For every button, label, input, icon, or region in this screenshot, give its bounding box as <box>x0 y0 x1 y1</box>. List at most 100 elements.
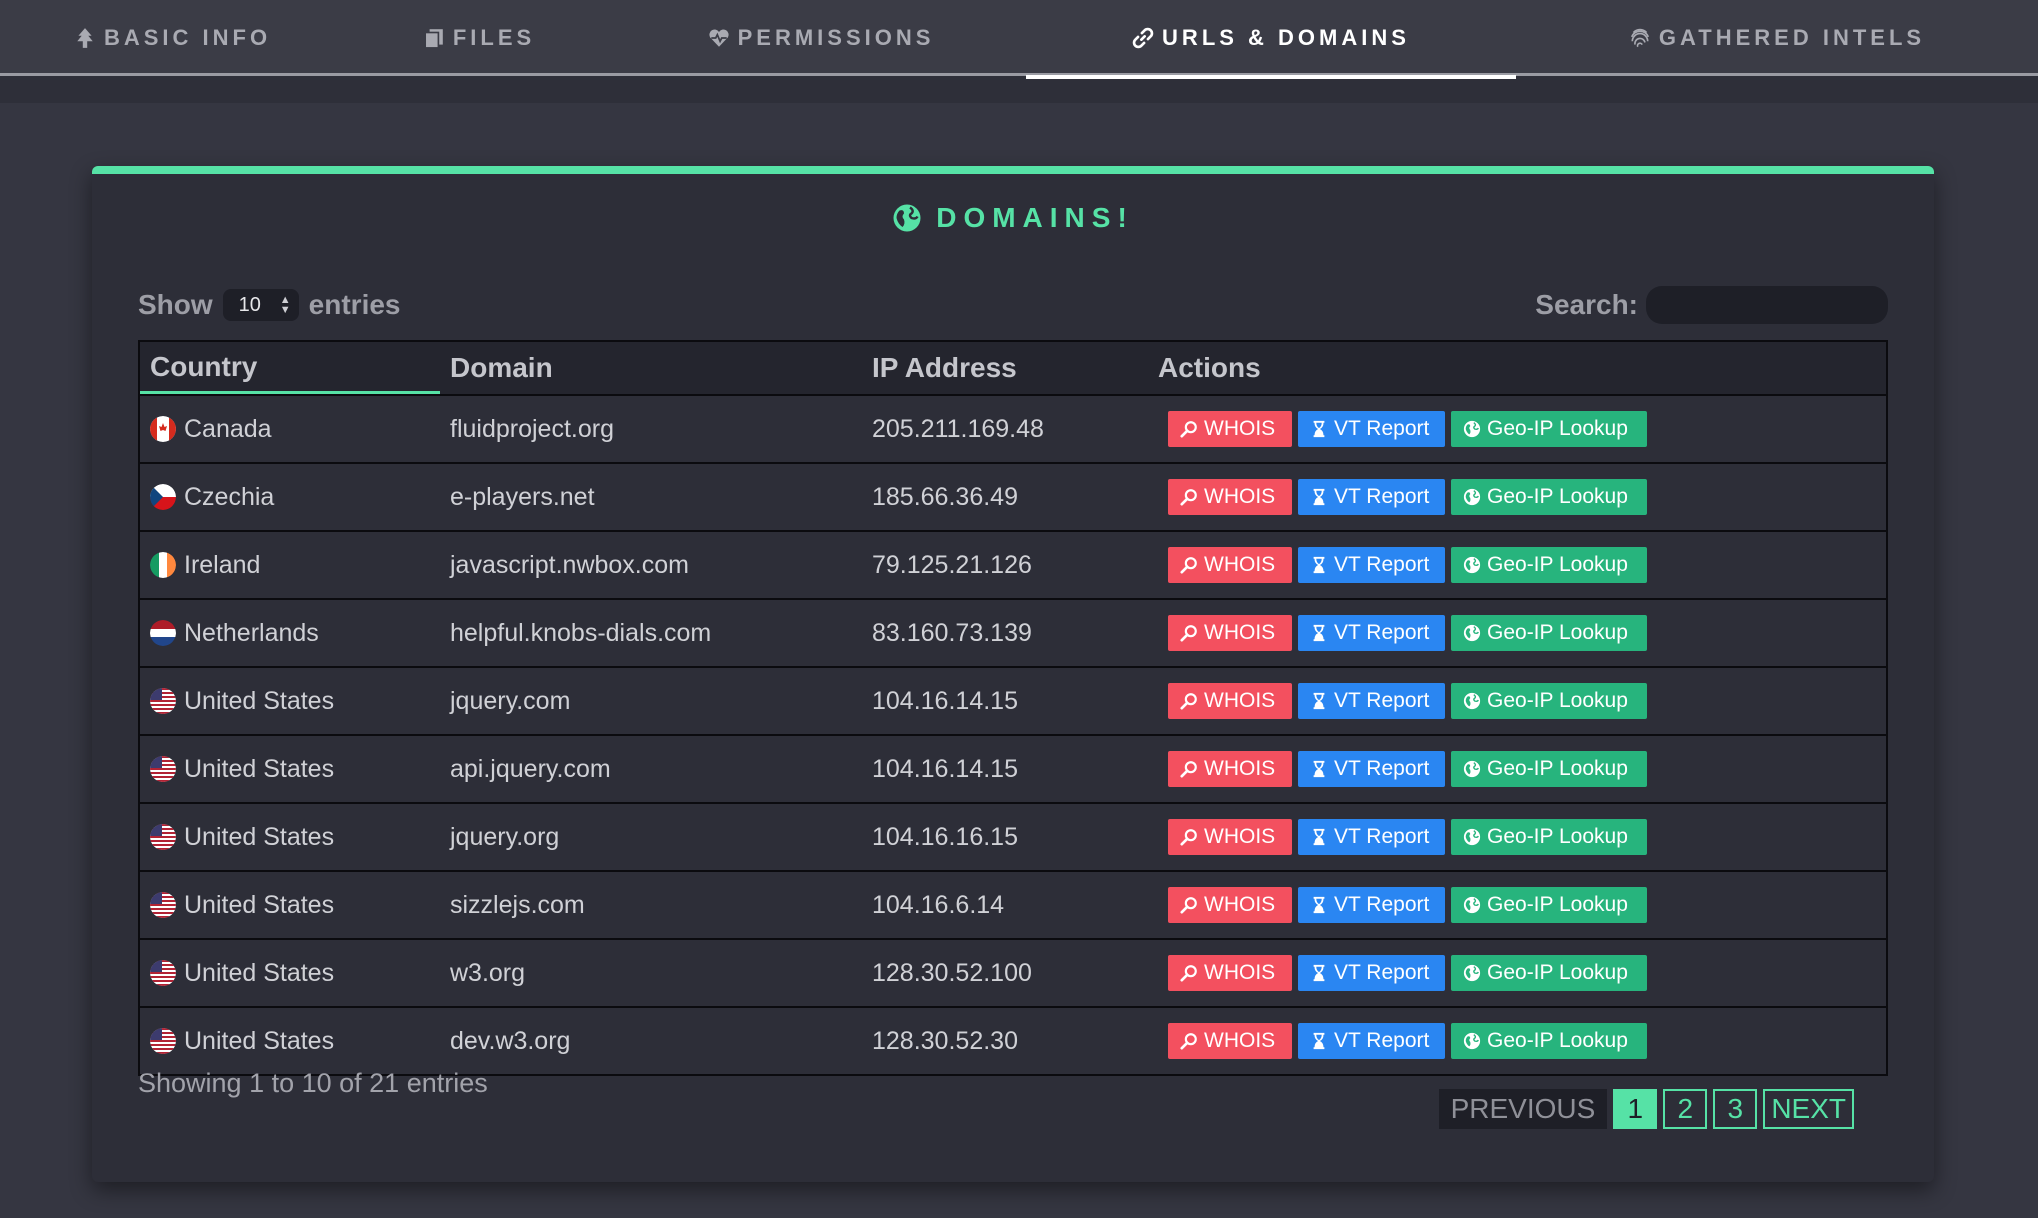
column-header-ip-address[interactable]: IP Address <box>862 342 1148 394</box>
globe-icon <box>1463 896 1481 914</box>
domain-cell: e-players.net <box>450 482 595 511</box>
ip-address-cell: 79.125.21.126 <box>872 550 1032 579</box>
action-buttons: WHOIS VT Report Geo-IP Lookup <box>1158 479 1647 515</box>
vt-report-button[interactable]: VT Report <box>1298 683 1445 719</box>
whois-label: WHOIS <box>1204 961 1276 984</box>
geo-ip-lookup-button[interactable]: Geo-IP Lookup <box>1451 887 1647 923</box>
tab-basic-info[interactable]: BASIC INFO <box>0 0 345 76</box>
globe-icon <box>1463 692 1481 710</box>
geo-ip-lookup-button[interactable]: Geo-IP Lookup <box>1451 819 1647 855</box>
column-header-domain[interactable]: Domain <box>440 342 862 394</box>
vt-report-button[interactable]: VT Report <box>1298 955 1445 991</box>
tab-gathered-intels[interactable]: GATHERED INTELS <box>1516 0 2038 76</box>
tree-icon <box>77 28 93 48</box>
search-input[interactable] <box>1646 286 1888 324</box>
whois-button[interactable]: WHOIS <box>1168 683 1292 719</box>
country-cell: United States <box>140 755 440 784</box>
link-icon <box>1132 27 1154 48</box>
ip-address-cell: 104.16.6.14 <box>872 890 1005 919</box>
flag-us-icon <box>150 756 176 782</box>
vt-report-button[interactable]: VT Report <box>1298 479 1445 515</box>
geo-ip-lookup-button[interactable]: Geo-IP Lookup <box>1451 751 1647 787</box>
actions-cell: WHOIS VT Report Geo-IP Lookup <box>1148 955 1886 991</box>
vt-report-button[interactable]: VT Report <box>1298 615 1445 651</box>
vt-report-label: VT Report <box>1334 553 1430 576</box>
flag-nl-icon <box>150 620 176 646</box>
tab-label: GATHERED INTELS <box>1658 25 1926 50</box>
globe-icon <box>1463 556 1481 574</box>
whois-button[interactable]: WHOIS <box>1168 955 1292 991</box>
actions-cell: WHOIS VT Report Geo-IP Lookup <box>1148 411 1886 447</box>
geo-ip-lookup-button[interactable]: Geo-IP Lookup <box>1451 411 1647 447</box>
globe-icon <box>1463 760 1481 778</box>
page-length-control: Show 10 ▲ ▼ entries <box>138 284 401 326</box>
column-header-country[interactable]: Country <box>140 342 440 394</box>
whois-button[interactable]: WHOIS <box>1168 547 1292 583</box>
vt-report-label: VT Report <box>1334 893 1430 916</box>
page-button-2[interactable]: 2 <box>1663 1089 1708 1129</box>
country-name: United States <box>184 686 335 715</box>
geo-ip-lookup-button[interactable]: Geo-IP Lookup <box>1451 547 1647 583</box>
actions-cell: WHOIS VT Report Geo-IP Lookup <box>1148 683 1886 719</box>
globe-icon <box>1463 1032 1481 1050</box>
vt-report-label: VT Report <box>1334 825 1430 848</box>
geo-ip-lookup-button[interactable]: Geo-IP Lookup <box>1451 479 1647 515</box>
search-icon <box>1180 761 1197 778</box>
domain-cell: dev.w3.org <box>450 1026 571 1055</box>
card-title-text: DOMAINS! <box>936 202 1134 233</box>
ip-address-cell: 128.30.52.30 <box>872 1026 1018 1055</box>
whois-label: WHOIS <box>1204 485 1276 508</box>
table-info: Showing 1 to 10 of 21 entries <box>138 1068 488 1098</box>
whois-label: WHOIS <box>1204 553 1276 576</box>
hourglass-icon <box>1313 420 1325 438</box>
page-button-3[interactable]: 3 <box>1713 1089 1758 1129</box>
whois-button[interactable]: WHOIS <box>1168 411 1292 447</box>
whois-button[interactable]: WHOIS <box>1168 887 1292 923</box>
vt-report-label: VT Report <box>1334 757 1430 780</box>
hourglass-icon <box>1313 760 1325 778</box>
vt-report-button[interactable]: VT Report <box>1298 751 1445 787</box>
vt-report-button[interactable]: VT Report <box>1298 411 1445 447</box>
geo-ip-lookup-button[interactable]: Geo-IP Lookup <box>1451 1023 1647 1059</box>
page-button-1[interactable]: 1 <box>1613 1089 1658 1129</box>
vt-report-button[interactable]: VT Report <box>1298 819 1445 855</box>
whois-button[interactable]: WHOIS <box>1168 751 1292 787</box>
previous-page-button[interactable]: PREVIOUS <box>1438 1089 1608 1129</box>
vt-report-button[interactable]: VT Report <box>1298 887 1445 923</box>
globe-icon <box>1463 624 1481 642</box>
geo-ip-label: Geo-IP Lookup <box>1487 893 1628 916</box>
column-header-actions: Actions <box>1158 352 1261 383</box>
hourglass-icon <box>1313 828 1325 846</box>
whois-button[interactable]: WHOIS <box>1168 479 1292 515</box>
flag-us-icon <box>150 892 176 918</box>
hourglass-icon <box>1313 1032 1325 1050</box>
actions-cell: WHOIS VT Report Geo-IP Lookup <box>1148 887 1886 923</box>
search-label: Search: <box>1535 289 1638 320</box>
page-length-select[interactable]: 10 ▲ ▼ <box>222 289 299 321</box>
table-row: Czechia e-players.net 185.66.36.49 WHOIS VT … <box>140 464 1886 532</box>
whois-button[interactable]: WHOIS <box>1168 615 1292 651</box>
vt-report-label: VT Report <box>1334 417 1430 440</box>
whois-button[interactable]: WHOIS <box>1168 1023 1292 1059</box>
whois-label: WHOIS <box>1204 417 1276 440</box>
geo-ip-lookup-button[interactable]: Geo-IP Lookup <box>1451 615 1647 651</box>
geo-ip-label: Geo-IP Lookup <box>1487 417 1628 440</box>
vt-report-button[interactable]: VT Report <box>1298 547 1445 583</box>
whois-button[interactable]: WHOIS <box>1168 819 1292 855</box>
tab-urls-domains[interactable]: URLS & DOMAINS <box>1026 0 1516 79</box>
geo-ip-lookup-button[interactable]: Geo-IP Lookup <box>1451 955 1647 991</box>
country-cell: Canada <box>140 415 440 444</box>
whois-label: WHOIS <box>1204 757 1276 780</box>
globe-icon <box>1463 828 1481 846</box>
globe-icon <box>893 204 921 232</box>
geo-ip-label: Geo-IP Lookup <box>1487 553 1628 576</box>
vt-report-label: VT Report <box>1334 689 1430 712</box>
tab-permissions[interactable]: PERMISSIONS <box>613 0 1029 76</box>
geo-ip-lookup-button[interactable]: Geo-IP Lookup <box>1451 683 1647 719</box>
vt-report-button[interactable]: VT Report <box>1298 1023 1445 1059</box>
search-icon <box>1180 421 1197 438</box>
search-icon <box>1180 965 1197 982</box>
search-icon <box>1180 829 1197 846</box>
tab-files[interactable]: FILES <box>345 0 613 76</box>
next-page-button[interactable]: NEXT <box>1763 1089 1854 1129</box>
